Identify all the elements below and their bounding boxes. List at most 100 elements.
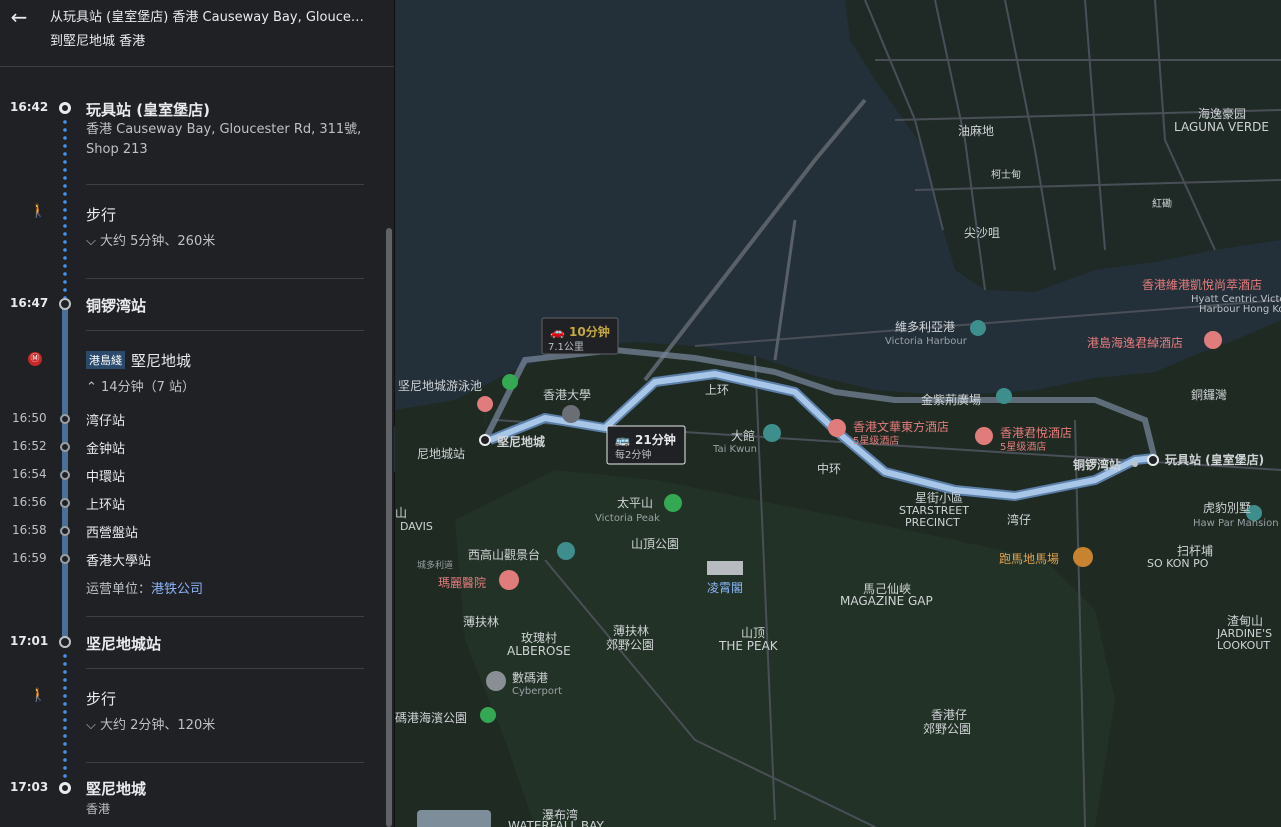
map-canvas[interactable]: 🚗 10分钟 7.1公里 🚌 21分钟 每2分钟 香港維港凱悅尚萃酒店 Hyat… — [395, 0, 1281, 827]
museum-pin-icon[interactable] — [763, 424, 781, 442]
map-label: SO KON PO — [1147, 557, 1209, 570]
stop-time: 16:59 — [12, 551, 47, 565]
end-name[interactable]: 堅尼地城 — [86, 778, 146, 799]
racecourse-pin-icon[interactable] — [1073, 547, 1093, 567]
university-pin-icon[interactable] — [562, 405, 580, 423]
kowloon-land — [845, 0, 1281, 292]
transit-frequency: 每2分钟 — [615, 448, 651, 461]
map-label: 香港文華東方酒店 — [853, 419, 949, 434]
stop-name: 西營盤站 — [86, 526, 139, 541]
map-label: ALBEROSE — [507, 644, 571, 658]
map-label: 玩具站 (皇室堡店) — [1165, 452, 1264, 467]
car-time: 10分钟 — [569, 324, 610, 339]
walk1-detail: 大约 5分钟、260米 — [100, 234, 216, 249]
map-label: 堅尼地城 — [497, 434, 545, 449]
hospital-pin-icon[interactable] — [499, 570, 519, 590]
map-label: 上环 — [705, 383, 729, 397]
car-route-callout[interactable]: 🚗 10分钟 7.1公里 — [541, 317, 619, 355]
station2-name[interactable]: 坚尼地城站 — [86, 633, 161, 654]
map-label: 城多利道 — [417, 559, 453, 571]
ride-detail: 14分钟（7 站） — [101, 380, 195, 395]
ride-expand[interactable]: ⌃ 14分钟（7 站） — [86, 378, 195, 398]
map-label: THE PEAK — [718, 639, 779, 653]
map-label: 山顶 — [741, 626, 765, 640]
route-header: ← 从玩具站 (皇室堡店) 香港 Causeway Bay, Glouces… … — [0, 0, 394, 67]
map-label: 郊野公園 — [923, 722, 971, 736]
back-arrow-icon[interactable]: ← — [8, 6, 30, 28]
operator-row: 运营单位：港铁公司 — [86, 580, 203, 600]
chevron-down-icon: ⌵ — [86, 234, 100, 249]
map-label: 香港維港凱悅尚萃酒店 — [1142, 278, 1262, 292]
map-label: 數碼港 — [512, 671, 548, 685]
map-label: Harbour Hong Kong — [1199, 304, 1281, 315]
map-label: 跑馬地馬場 — [999, 552, 1059, 566]
peak-pin-icon[interactable] — [664, 494, 682, 512]
divider — [86, 184, 364, 185]
station2-node-icon — [59, 636, 71, 648]
park-pin-icon[interactable] — [480, 707, 496, 723]
square-camera-icon[interactable] — [996, 388, 1012, 404]
harbour-camera-icon[interactable] — [970, 320, 986, 336]
map-label: 金紫荊廣場 — [921, 392, 981, 407]
map-label: 香港大學 — [543, 388, 591, 402]
station-marker-icon — [1132, 461, 1138, 467]
map-label: 5星级酒店 — [1000, 440, 1046, 453]
scrollbar[interactable] — [386, 228, 392, 827]
map-label: 維多利亞港 — [895, 320, 955, 334]
stop-node-icon — [60, 498, 70, 508]
end-sub: 香港 — [86, 802, 111, 816]
map-label: Haw Par Mansion — [1193, 518, 1279, 529]
pool-pin-icon[interactable] — [502, 374, 518, 390]
cyberport-pin-icon[interactable] — [486, 671, 506, 691]
map-label: 5星级酒店 — [853, 434, 899, 447]
camera-pin-icon[interactable] — [557, 542, 575, 560]
origin-marker-icon[interactable] — [1147, 454, 1159, 466]
hotel-pin-icon[interactable] — [828, 419, 846, 437]
line-destination: 堅尼地城 — [131, 352, 192, 370]
route-origin: 从玩具站 (皇室堡店) 香港 Causeway Bay, Glouces… — [50, 10, 370, 25]
destination-marker-icon[interactable] — [479, 434, 491, 446]
peak-tower-icon — [707, 561, 743, 575]
station2-time: 17:01 — [10, 634, 49, 648]
map-svg: 🚗 10分钟 7.1公里 🚌 21分钟 每2分钟 香港維港凱悅尚萃酒店 Hyat… — [395, 0, 1281, 827]
station1-name[interactable]: 铜锣湾站 — [86, 295, 146, 316]
start-name[interactable]: 玩具站 (皇室堡店) — [86, 99, 210, 120]
layers-thumbnail-button[interactable] — [417, 810, 491, 827]
map-label: 扫杆埔 — [1177, 544, 1213, 558]
stop-node-icon — [60, 470, 70, 480]
map-label: 碼港海濱公園 — [395, 710, 467, 725]
operator-link[interactable]: 港铁公司 — [151, 582, 203, 597]
stop-name: 中環站 — [86, 470, 126, 485]
walk-icon: 🚶 — [30, 204, 47, 219]
map-label: Victoria Harbour — [885, 336, 968, 347]
cross-harbour-road — [643, 98, 867, 382]
hotel-pin-icon[interactable] — [1204, 331, 1222, 349]
line-badge: 港島綫 — [86, 351, 125, 369]
stop-node-icon — [60, 554, 70, 564]
map-label: 柯士甸 — [991, 168, 1021, 181]
hotel-pin-icon[interactable] — [975, 427, 993, 445]
map-label: 銅鑼灣 — [1191, 387, 1227, 402]
walk-path-dots — [63, 652, 67, 780]
line-info: 港島綫 堅尼地城 — [86, 350, 191, 371]
walk2-expand[interactable]: ⌵ 大约 2分钟、120米 — [86, 716, 215, 736]
stop-node-icon — [60, 526, 70, 536]
map-label: 海逸豪园 — [1198, 106, 1246, 121]
transit-route-callout[interactable]: 🚌 21分钟 每2分钟 — [606, 425, 686, 465]
stop-time: 16:54 — [12, 467, 47, 481]
divider — [86, 278, 364, 279]
walk1-expand[interactable]: ⌵ 大约 5分钟、260米 — [86, 232, 215, 252]
map-label: LAGUNA VERDE — [1174, 120, 1269, 134]
map-label: 星街小區 — [915, 491, 963, 505]
chevron-up-icon: ⌃ — [86, 380, 102, 395]
map-label: 虎豹別墅 — [1203, 500, 1251, 515]
map-label: 薄扶林 — [463, 614, 499, 629]
start-address-line1: 香港 Causeway Bay, Gloucester Rd, 311號, — [86, 122, 362, 137]
walk2-title: 步行 — [86, 690, 117, 708]
map-label: 郊野公園 — [606, 638, 654, 652]
stop-time: 16:56 — [12, 495, 47, 509]
map-label: LOOKOUT — [1217, 639, 1270, 652]
map-label: Tai Kwun — [712, 444, 757, 455]
map-label: 大館 — [731, 428, 755, 443]
map-label: 尖沙咀 — [964, 226, 1000, 240]
